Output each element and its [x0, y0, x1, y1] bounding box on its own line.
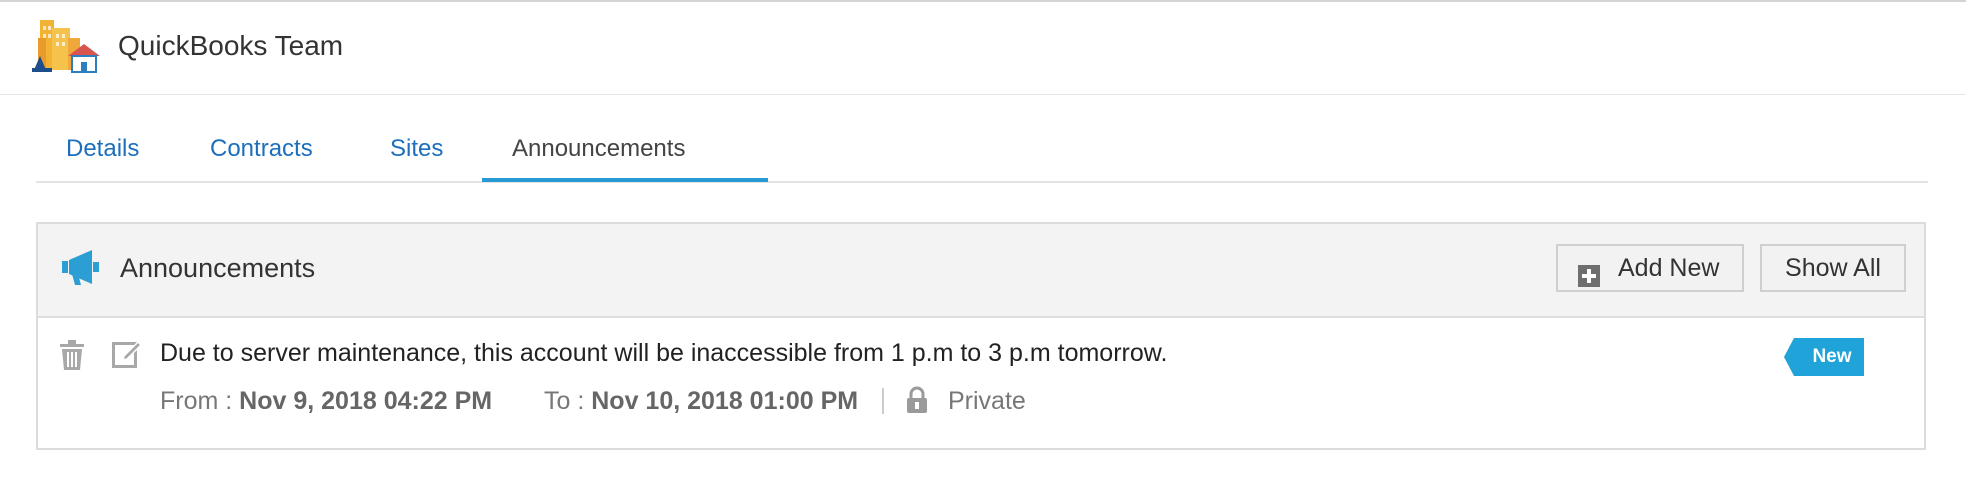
edit-icon[interactable]	[112, 338, 143, 368]
tab-contracts[interactable]: Contracts	[210, 118, 313, 181]
page-title: QuickBooks Team	[118, 30, 344, 61]
panel-title: Announcements	[120, 253, 316, 283]
add-new-label: Add New	[1618, 254, 1720, 282]
new-badge-label: New	[1812, 346, 1852, 367]
from-label: From :	[160, 387, 233, 415]
announcement-message: Due to server maintenance, this account …	[160, 339, 1168, 367]
show-all-button[interactable]: Show All	[1760, 244, 1906, 292]
meta-divider	[882, 388, 884, 414]
to-date: To : Nov 10, 2018 01:00 PM	[544, 384, 858, 418]
active-tab-indicator	[482, 178, 768, 182]
trash-icon[interactable]	[60, 340, 84, 370]
page-header: QuickBooks Team	[0, 2, 1966, 95]
announcements-panel: Announcements Add New Show All Due to se…	[36, 222, 1926, 450]
from-value: Nov 9, 2018 04:22 PM	[239, 387, 493, 415]
plus-icon	[1578, 257, 1600, 287]
tab-bar: Details Contracts Sites Announcements	[36, 118, 1928, 183]
tab-details[interactable]: Details	[66, 118, 139, 181]
panel-header: Announcements Add New Show All	[38, 224, 1924, 318]
new-badge: New	[1784, 338, 1864, 376]
to-value: Nov 10, 2018 01:00 PM	[591, 387, 859, 415]
tab-sites[interactable]: Sites	[390, 118, 443, 181]
megaphone-icon	[62, 250, 100, 286]
buildings-icon	[32, 16, 100, 76]
announcement-row: Due to server maintenance, this account …	[38, 318, 1924, 448]
add-new-button[interactable]: Add New	[1556, 244, 1744, 292]
to-label: To :	[544, 387, 585, 415]
visibility-label: Private	[948, 387, 1026, 415]
lock-icon	[906, 386, 928, 414]
tab-announcements[interactable]: Announcements	[512, 118, 685, 181]
from-date: From : Nov 9, 2018 04:22 PM	[160, 384, 492, 418]
